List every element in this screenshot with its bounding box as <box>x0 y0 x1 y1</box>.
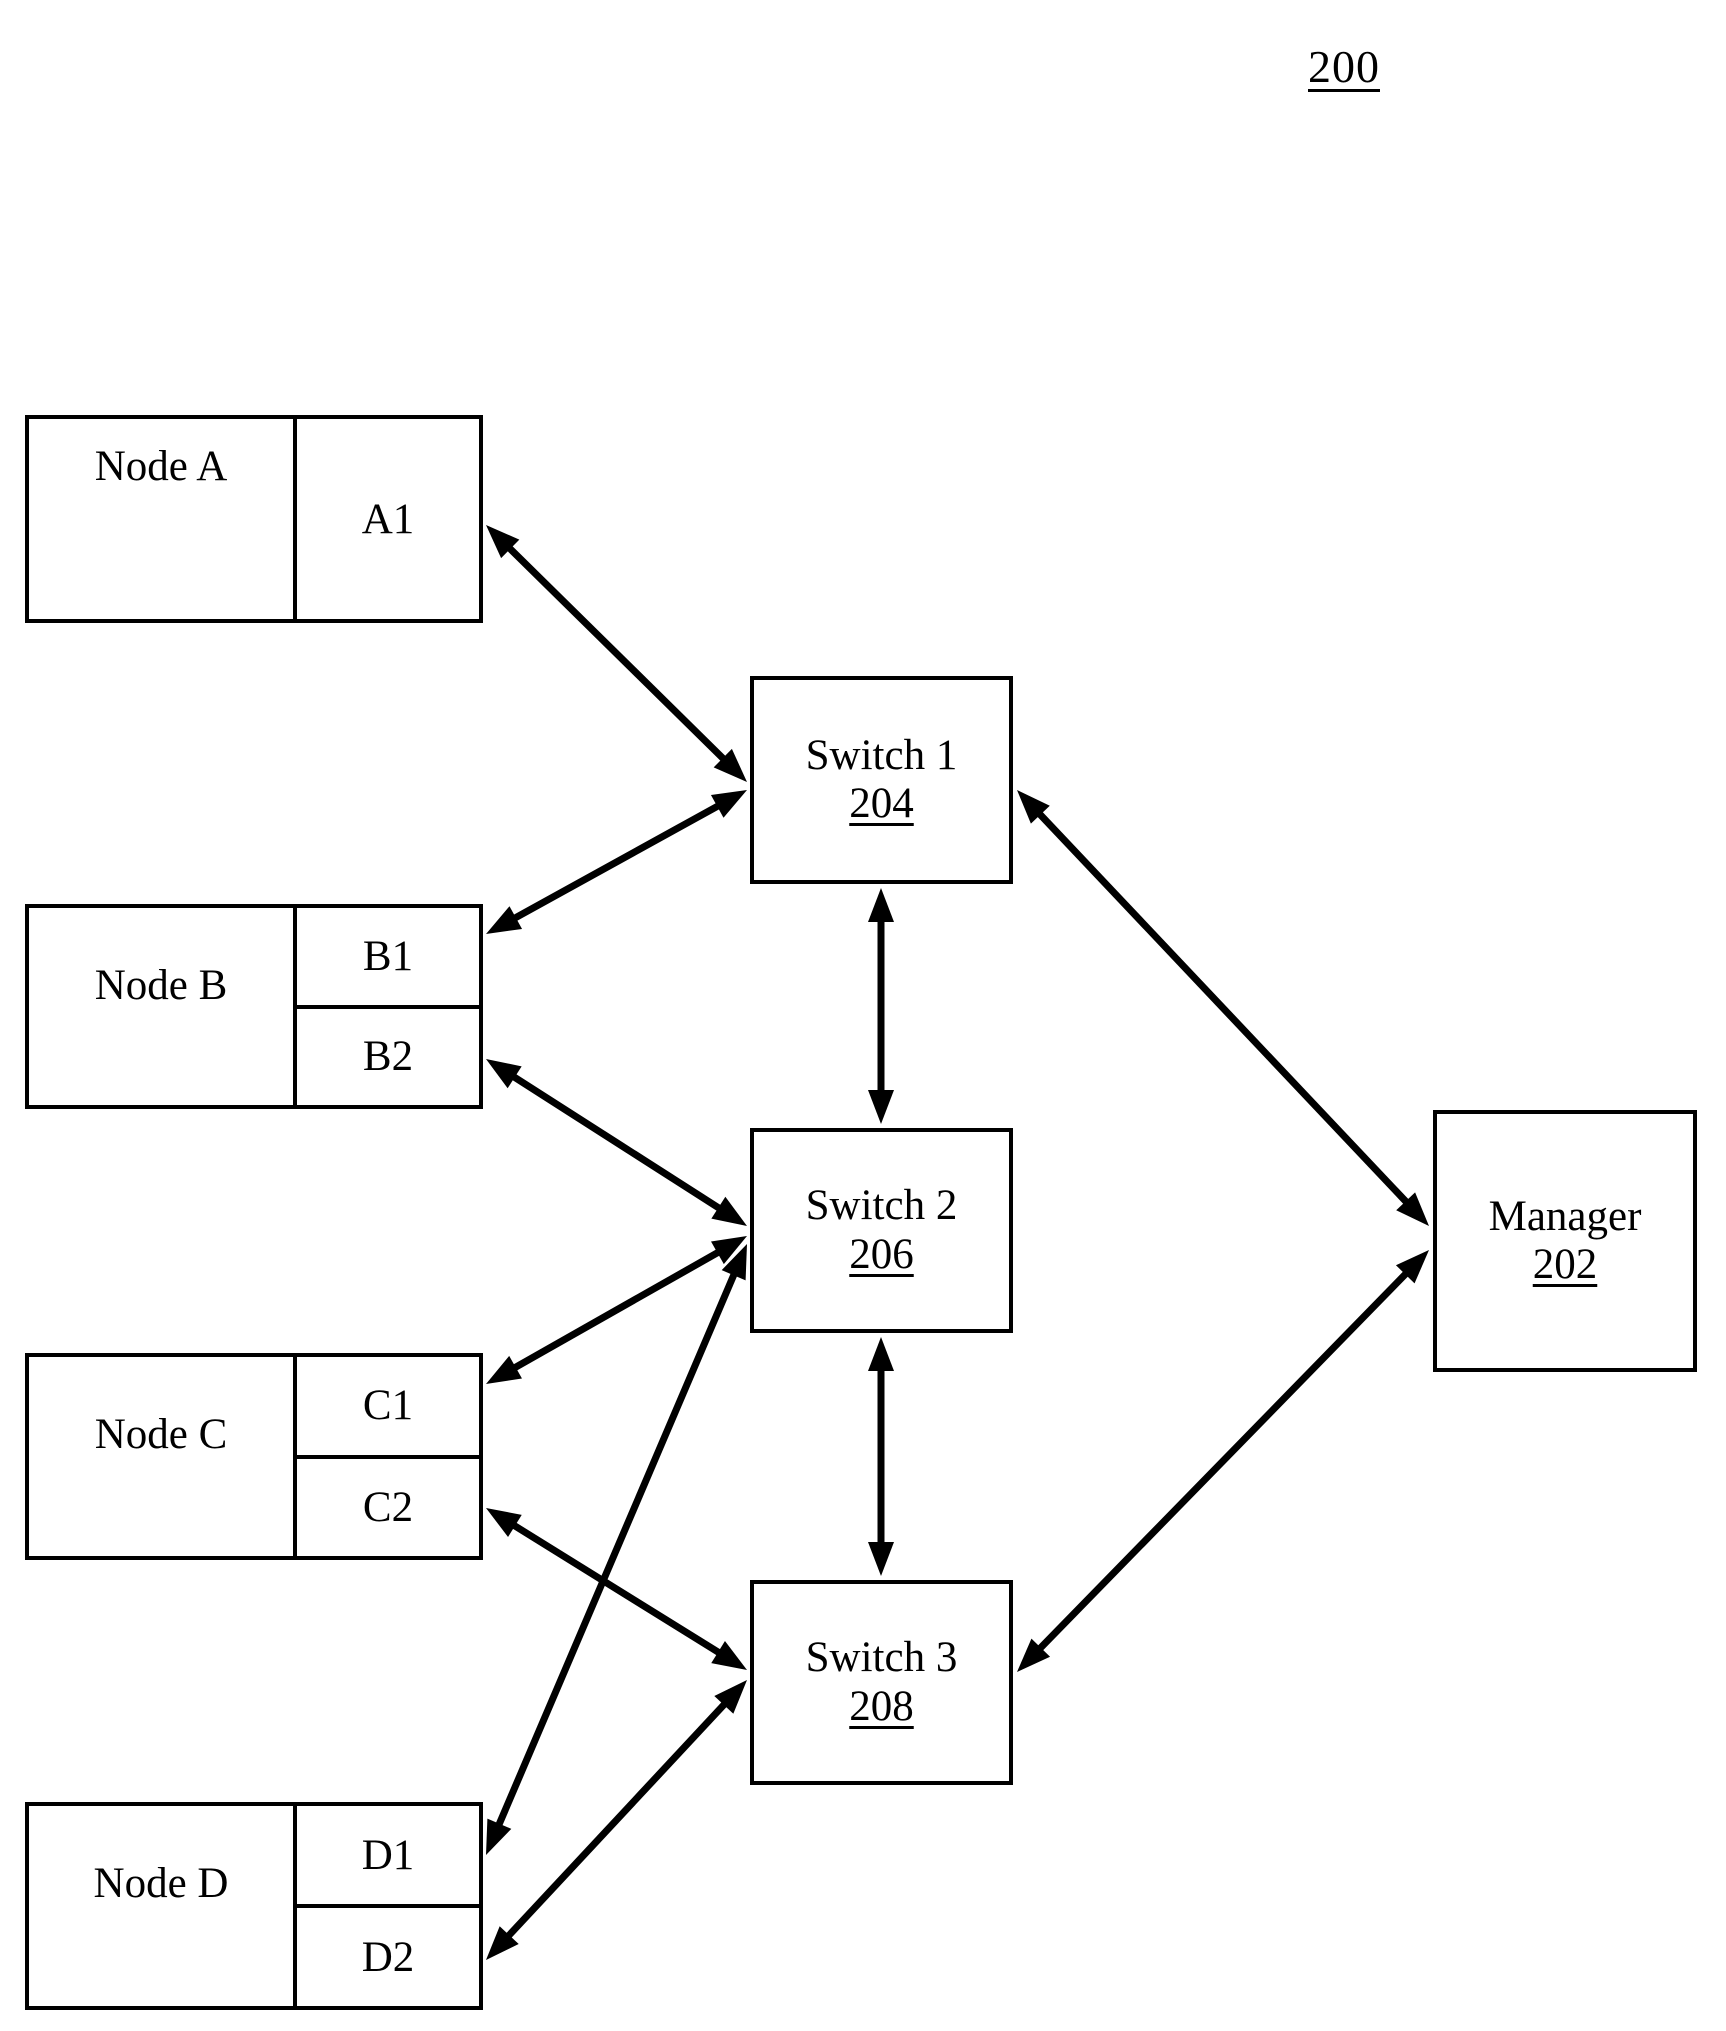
arrowhead <box>868 888 894 922</box>
connection-shaft <box>504 1069 729 1216</box>
unit-reference-number: 202 <box>1532 1241 1598 1288</box>
node-port-label: A1 <box>361 495 415 543</box>
arrowhead <box>1396 1192 1429 1226</box>
patent-figure: 200 Node A A1 Node B B1 B2 Node C C1 C2 Node D D1… <box>0 0 1726 2031</box>
arrowhead <box>721 1244 747 1281</box>
unit-title-label: Switch 3 <box>805 1634 958 1682</box>
unit-reference-number: 208 <box>849 1682 914 1730</box>
connection-shaft <box>500 1695 733 1945</box>
connection-arrow <box>1017 1250 1429 1672</box>
node-port-cell: B2 <box>297 1004 479 1106</box>
unit-title-label: Manager <box>1488 1192 1642 1240</box>
connection-arrow <box>868 888 894 1124</box>
arrowhead <box>486 1355 522 1384</box>
connection-arrow <box>486 1680 747 1960</box>
node-port-cell: D2 <box>297 1904 479 2006</box>
arrowhead <box>868 1090 894 1124</box>
node-name-cell: Node B <box>29 908 297 1105</box>
unit-reference-number: 204 <box>849 780 914 827</box>
connection-arrow <box>1017 790 1429 1226</box>
node-port-cell: B1 <box>297 908 479 1005</box>
node-port-cell: C2 <box>297 1454 479 1557</box>
arrowhead <box>486 525 520 559</box>
node-port-cell: A1 <box>297 419 479 619</box>
connection-shaft <box>504 1517 729 1661</box>
node-ports: A1 <box>297 419 479 619</box>
arrowhead <box>711 1641 747 1670</box>
node-port-label: D1 <box>361 1831 415 1879</box>
node-name-label: Node A <box>94 443 228 490</box>
arrowhead <box>1395 1250 1429 1284</box>
node-ports: C1 C2 <box>297 1357 479 1556</box>
unit-title-label: Switch 2 <box>805 1182 958 1230</box>
unit-box: Switch 2 206 <box>750 1128 1013 1333</box>
unit-title-label: Switch 1 <box>805 731 958 779</box>
node-port-label: B1 <box>362 932 414 980</box>
connection-arrow <box>486 1236 747 1384</box>
connection-arrow <box>486 790 747 934</box>
arrowhead <box>868 1337 894 1371</box>
connection-arrow <box>486 1244 747 1855</box>
node-name-cell: Node D <box>29 1806 297 2006</box>
arrowhead <box>710 790 747 818</box>
connection-arrow <box>486 1059 747 1226</box>
connection-arrow <box>868 1337 894 1576</box>
node-name-label: Node B <box>94 962 228 1009</box>
node-ports: B1 B2 <box>297 908 479 1105</box>
node-port-label: B2 <box>362 1033 414 1081</box>
node-box: Node A A1 <box>25 415 483 623</box>
arrowhead <box>1017 790 1050 824</box>
node-name-label: Node C <box>94 1411 228 1458</box>
unit-box: Switch 3 208 <box>750 1580 1013 1785</box>
connection-shaft <box>505 1245 728 1375</box>
arrowhead <box>713 748 747 782</box>
arrowhead <box>1017 1638 1051 1672</box>
node-name-cell: Node A <box>29 419 297 619</box>
figure-reference-number: 200 <box>1308 41 1380 92</box>
node-box: Node B B1 B2 <box>25 904 483 1109</box>
connection-arrow <box>486 525 747 782</box>
connection-shaft <box>1031 1265 1415 1657</box>
arrowhead <box>711 1236 747 1265</box>
arrowhead <box>711 1196 747 1226</box>
unit-box: Manager 202 <box>1433 1110 1697 1372</box>
connection-shaft <box>500 539 733 768</box>
connection-shaft <box>505 798 728 926</box>
connection-shaft <box>1031 805 1415 1211</box>
node-port-label: C1 <box>362 1382 414 1430</box>
node-port-label: D2 <box>361 1933 415 1981</box>
node-name-cell: Node C <box>29 1357 297 1556</box>
arrowhead <box>868 1542 894 1576</box>
arrowhead <box>486 1926 519 1960</box>
arrowhead <box>486 906 523 934</box>
unit-reference-number: 206 <box>849 1230 914 1278</box>
node-port-cell: C1 <box>297 1357 479 1455</box>
arrowhead <box>486 1059 522 1089</box>
node-port-label: C2 <box>362 1483 414 1531</box>
arrowhead <box>486 1818 512 1855</box>
node-box: Node D D1 D2 <box>25 1802 483 2010</box>
arrowhead <box>486 1508 522 1537</box>
connection-shaft <box>492 1265 741 1834</box>
node-name-label: Node D <box>93 1860 229 1907</box>
node-port-cell: D1 <box>297 1806 479 1904</box>
unit-box: Switch 1 204 <box>750 676 1013 884</box>
node-ports: D1 D2 <box>297 1806 479 2006</box>
node-box: Node C C1 C2 <box>25 1353 483 1560</box>
connection-arrow <box>486 1508 747 1670</box>
arrowhead <box>714 1680 747 1714</box>
